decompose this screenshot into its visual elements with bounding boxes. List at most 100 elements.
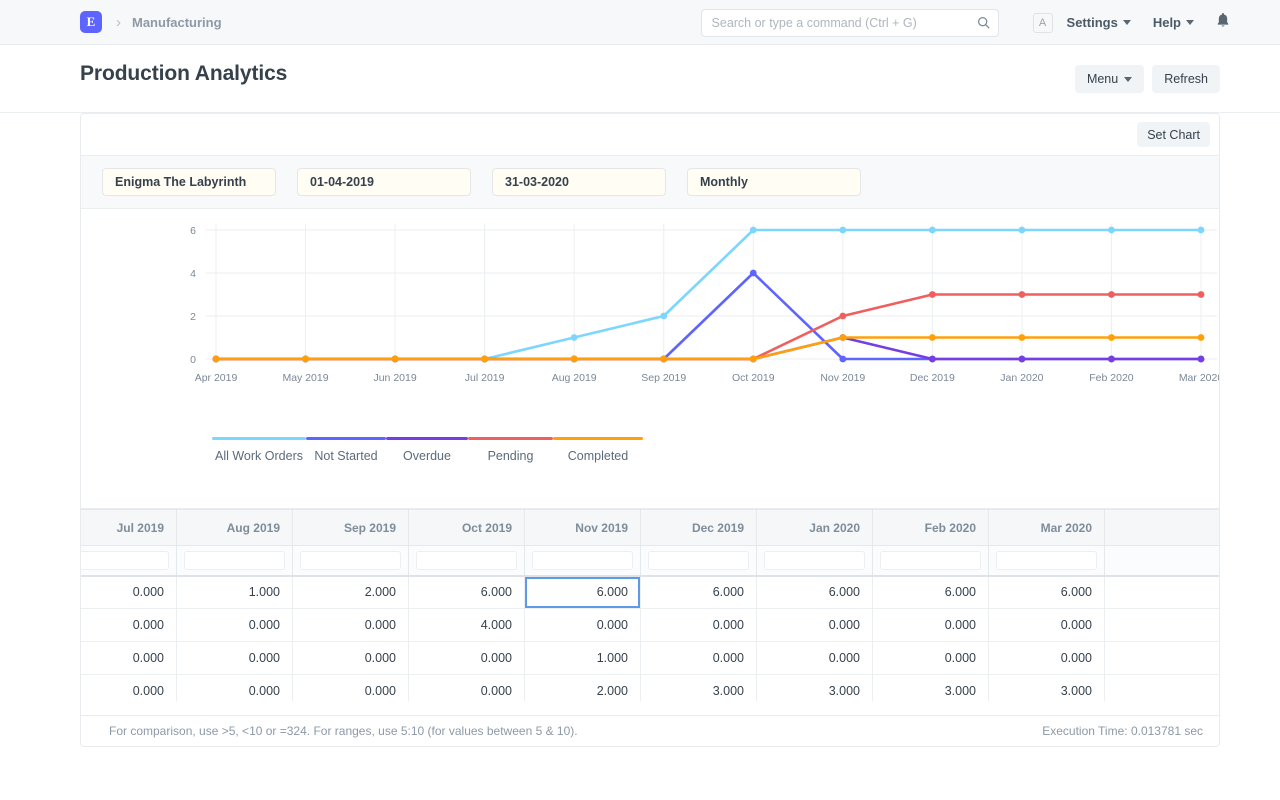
table-cell[interactable]: 0.000 xyxy=(756,608,873,642)
column-filter-input[interactable] xyxy=(300,550,401,570)
search-box[interactable] xyxy=(700,8,999,37)
table-cell[interactable]: 0.000 xyxy=(292,608,409,642)
filter-from-date[interactable]: 01-04-2019 xyxy=(297,168,471,196)
svg-text:2: 2 xyxy=(190,311,196,323)
table-cell[interactable]: 0.000 xyxy=(872,641,989,675)
column-header[interactable]: Sep 2019 xyxy=(292,509,409,546)
column-filter-cell[interactable] xyxy=(756,545,873,577)
column-header[interactable]: Jul 2019 xyxy=(81,509,177,546)
table-cell[interactable]: 6.000 xyxy=(872,575,989,609)
search-icon[interactable] xyxy=(977,16,990,34)
column-header[interactable]: Feb 2020 xyxy=(872,509,989,546)
table-cell[interactable]: 1.000 xyxy=(524,641,641,675)
table-cell[interactable]: 0.000 xyxy=(640,641,757,675)
table-cell xyxy=(1104,641,1219,675)
column-header[interactable]: Jan 2020 xyxy=(756,509,873,546)
column-filter-cell[interactable] xyxy=(640,545,757,577)
avatar[interactable]: A xyxy=(1032,12,1053,33)
app-logo[interactable]: E xyxy=(80,11,102,33)
legend-item-all-work-orders[interactable]: All Work Orders xyxy=(212,437,306,463)
table-cell[interactable]: 6.000 xyxy=(524,575,641,609)
filter-company[interactable]: Enigma The Labyrinth xyxy=(102,168,276,196)
table-cell[interactable]: 0.000 xyxy=(756,641,873,675)
filter-to-date[interactable]: 31-03-2020 xyxy=(492,168,666,196)
column-filter-cell[interactable] xyxy=(81,545,177,577)
table-cell[interactable]: 2.000 xyxy=(524,674,641,701)
table-cell[interactable]: 0.000 xyxy=(524,608,641,642)
filter-range[interactable]: Monthly xyxy=(687,168,861,196)
table-cell[interactable]: 3.000 xyxy=(872,674,989,701)
data-table: Jun 2019Jul 2019Aug 2019Sep 2019Oct 2019… xyxy=(81,509,1219,701)
help-menu[interactable]: Help xyxy=(1153,15,1194,30)
legend-item-overdue[interactable]: Overdue xyxy=(386,437,468,463)
column-filter-cell[interactable] xyxy=(988,545,1105,577)
table-row: 0.0000.0000.0000.0000.0002.0003.0003.000… xyxy=(81,674,1219,701)
search-input[interactable] xyxy=(711,15,970,30)
table-cell[interactable]: 0.000 xyxy=(176,608,293,642)
column-filter-input[interactable] xyxy=(648,550,749,570)
table-cell[interactable]: 6.000 xyxy=(988,575,1105,609)
column-filter-input[interactable] xyxy=(764,550,865,570)
table-cell[interactable]: 0.000 xyxy=(640,608,757,642)
table-cell[interactable]: 0.000 xyxy=(81,641,177,675)
column-header[interactable]: Mar 2020 xyxy=(988,509,1105,546)
column-filter-cell[interactable] xyxy=(176,545,293,577)
table-cell[interactable]: 0.000 xyxy=(988,641,1105,675)
help-label: Help xyxy=(1152,15,1181,30)
column-filter-input[interactable] xyxy=(184,550,285,570)
column-header[interactable]: Oct 2019 xyxy=(408,509,525,546)
table-cell xyxy=(1104,608,1219,642)
table-cell[interactable]: 3.000 xyxy=(988,674,1105,701)
table-cell[interactable]: 6.000 xyxy=(756,575,873,609)
refresh-button[interactable]: Refresh xyxy=(1152,65,1220,93)
column-filter-input[interactable] xyxy=(880,550,981,570)
table-cell[interactable]: 0.000 xyxy=(176,641,293,675)
svg-text:Jul 2019: Jul 2019 xyxy=(465,372,505,384)
column-header[interactable]: Nov 2019 xyxy=(524,509,641,546)
page-header: Production Analytics Menu Refresh xyxy=(0,45,1280,113)
legend-item-completed[interactable]: Completed xyxy=(553,437,643,463)
data-table-zone[interactable]: Jun 2019Jul 2019Aug 2019Sep 2019Oct 2019… xyxy=(81,508,1219,701)
table-cell[interactable]: 3.000 xyxy=(640,674,757,701)
svg-text:6: 6 xyxy=(190,225,196,237)
column-filter-cell[interactable] xyxy=(524,545,641,577)
table-cell[interactable]: 0.000 xyxy=(988,608,1105,642)
column-header[interactable]: Dec 2019 xyxy=(640,509,757,546)
table-cell[interactable]: 4.000 xyxy=(408,608,525,642)
table-cell[interactable]: 0.000 xyxy=(872,608,989,642)
table-cell[interactable]: 3.000 xyxy=(756,674,873,701)
column-filter-input[interactable] xyxy=(416,550,517,570)
breadcrumb: E › Manufacturing xyxy=(0,11,222,33)
column-filter-cell[interactable] xyxy=(292,545,409,577)
column-filter-input[interactable] xyxy=(81,550,169,570)
column-filter-input[interactable] xyxy=(996,550,1097,570)
table-cell[interactable]: 2.000 xyxy=(292,575,409,609)
table-cell[interactable]: 1.000 xyxy=(176,575,293,609)
table-cell[interactable]: 0.000 xyxy=(81,608,177,642)
legend-item-pending[interactable]: Pending xyxy=(468,437,553,463)
column-filter-cell[interactable] xyxy=(408,545,525,577)
table-cell[interactable]: 0.000 xyxy=(292,641,409,675)
svg-text:Sep 2019: Sep 2019 xyxy=(641,372,686,384)
table-cell[interactable]: 6.000 xyxy=(640,575,757,609)
table-cell[interactable]: 0.000 xyxy=(176,674,293,701)
breadcrumb-item-manufacturing[interactable]: Manufacturing xyxy=(132,15,222,30)
legend-item-not-started[interactable]: Not Started xyxy=(306,437,386,463)
table-cell[interactable]: 6.000 xyxy=(408,575,525,609)
table-cell[interactable]: 0.000 xyxy=(81,575,177,609)
set-chart-button[interactable]: Set Chart xyxy=(1137,122,1210,147)
table-cell[interactable]: 0.000 xyxy=(81,674,177,701)
column-filter-input[interactable] xyxy=(532,550,633,570)
table-cell[interactable]: 0.000 xyxy=(408,641,525,675)
table-cell[interactable]: 0.000 xyxy=(408,674,525,701)
table-cell[interactable]: 0.000 xyxy=(292,674,409,701)
svg-text:Nov 2019: Nov 2019 xyxy=(820,372,865,384)
column-filter-cell[interactable] xyxy=(872,545,989,577)
column-header[interactable]: Aug 2019 xyxy=(176,509,293,546)
legend-label: Completed xyxy=(567,449,629,463)
bell-icon[interactable] xyxy=(1216,13,1230,32)
settings-menu[interactable]: Settings xyxy=(1067,15,1131,30)
chevron-down-icon xyxy=(1122,20,1131,25)
menu-button[interactable]: Menu xyxy=(1074,65,1145,93)
execution-time: Execution Time: 0.013781 sec xyxy=(1042,724,1203,738)
